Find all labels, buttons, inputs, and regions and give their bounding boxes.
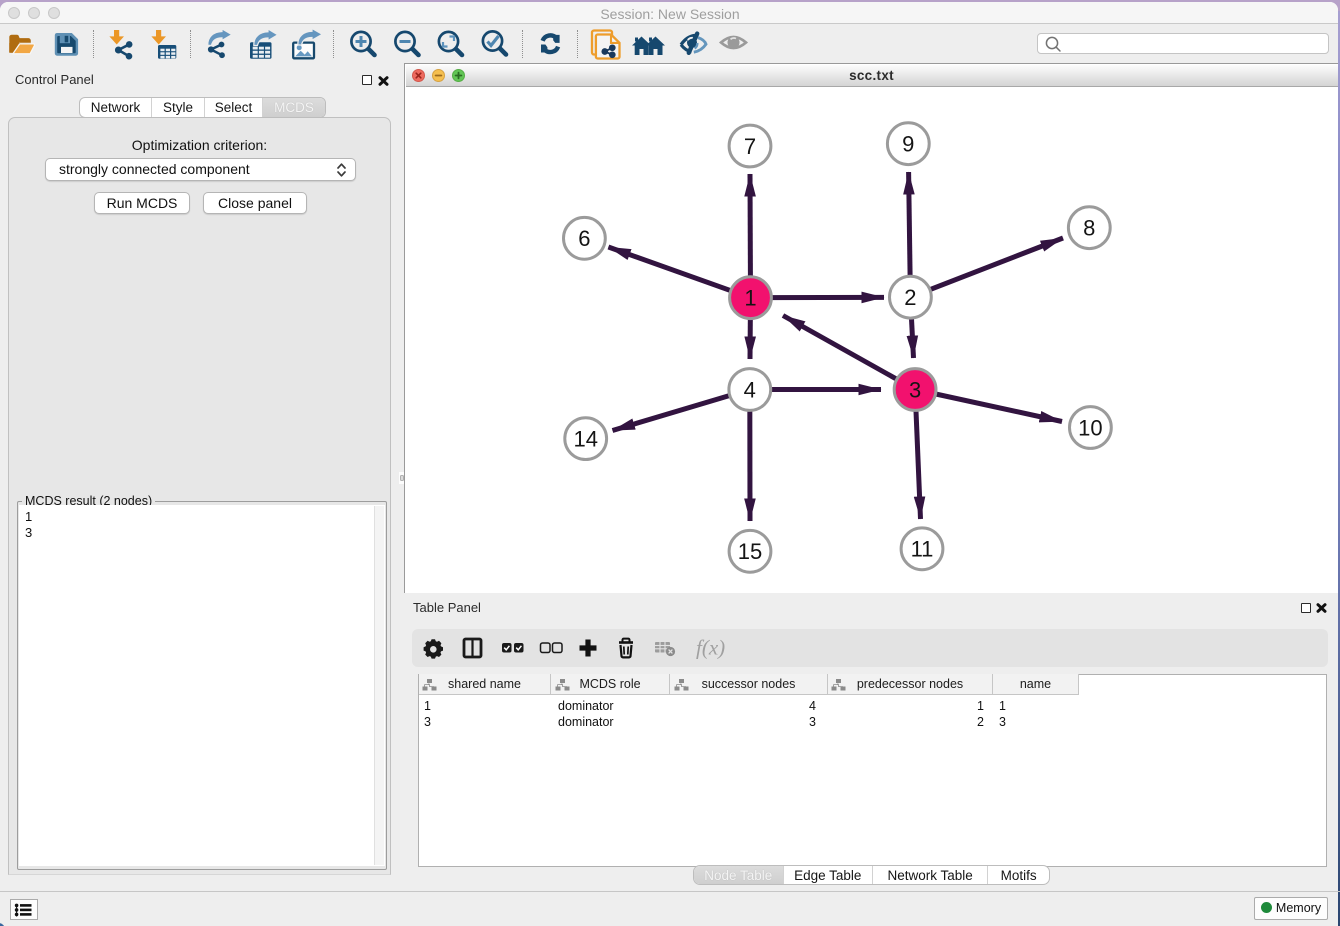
- svg-text:6: 6: [578, 226, 590, 251]
- svg-text:4: 4: [744, 377, 756, 402]
- svg-text:11: 11: [911, 537, 934, 562]
- svg-text:2: 2: [904, 285, 916, 310]
- svg-text:15: 15: [738, 539, 762, 564]
- svg-text:3: 3: [909, 377, 921, 402]
- svg-text:9: 9: [902, 132, 914, 157]
- svg-text:f(x): f(x): [696, 636, 725, 660]
- svg-text:1: 1: [744, 286, 756, 311]
- svg-text:10: 10: [1078, 415, 1102, 440]
- svg-text:7: 7: [744, 134, 756, 159]
- svg-text:8: 8: [1083, 216, 1095, 241]
- svg-text:14: 14: [573, 426, 597, 451]
